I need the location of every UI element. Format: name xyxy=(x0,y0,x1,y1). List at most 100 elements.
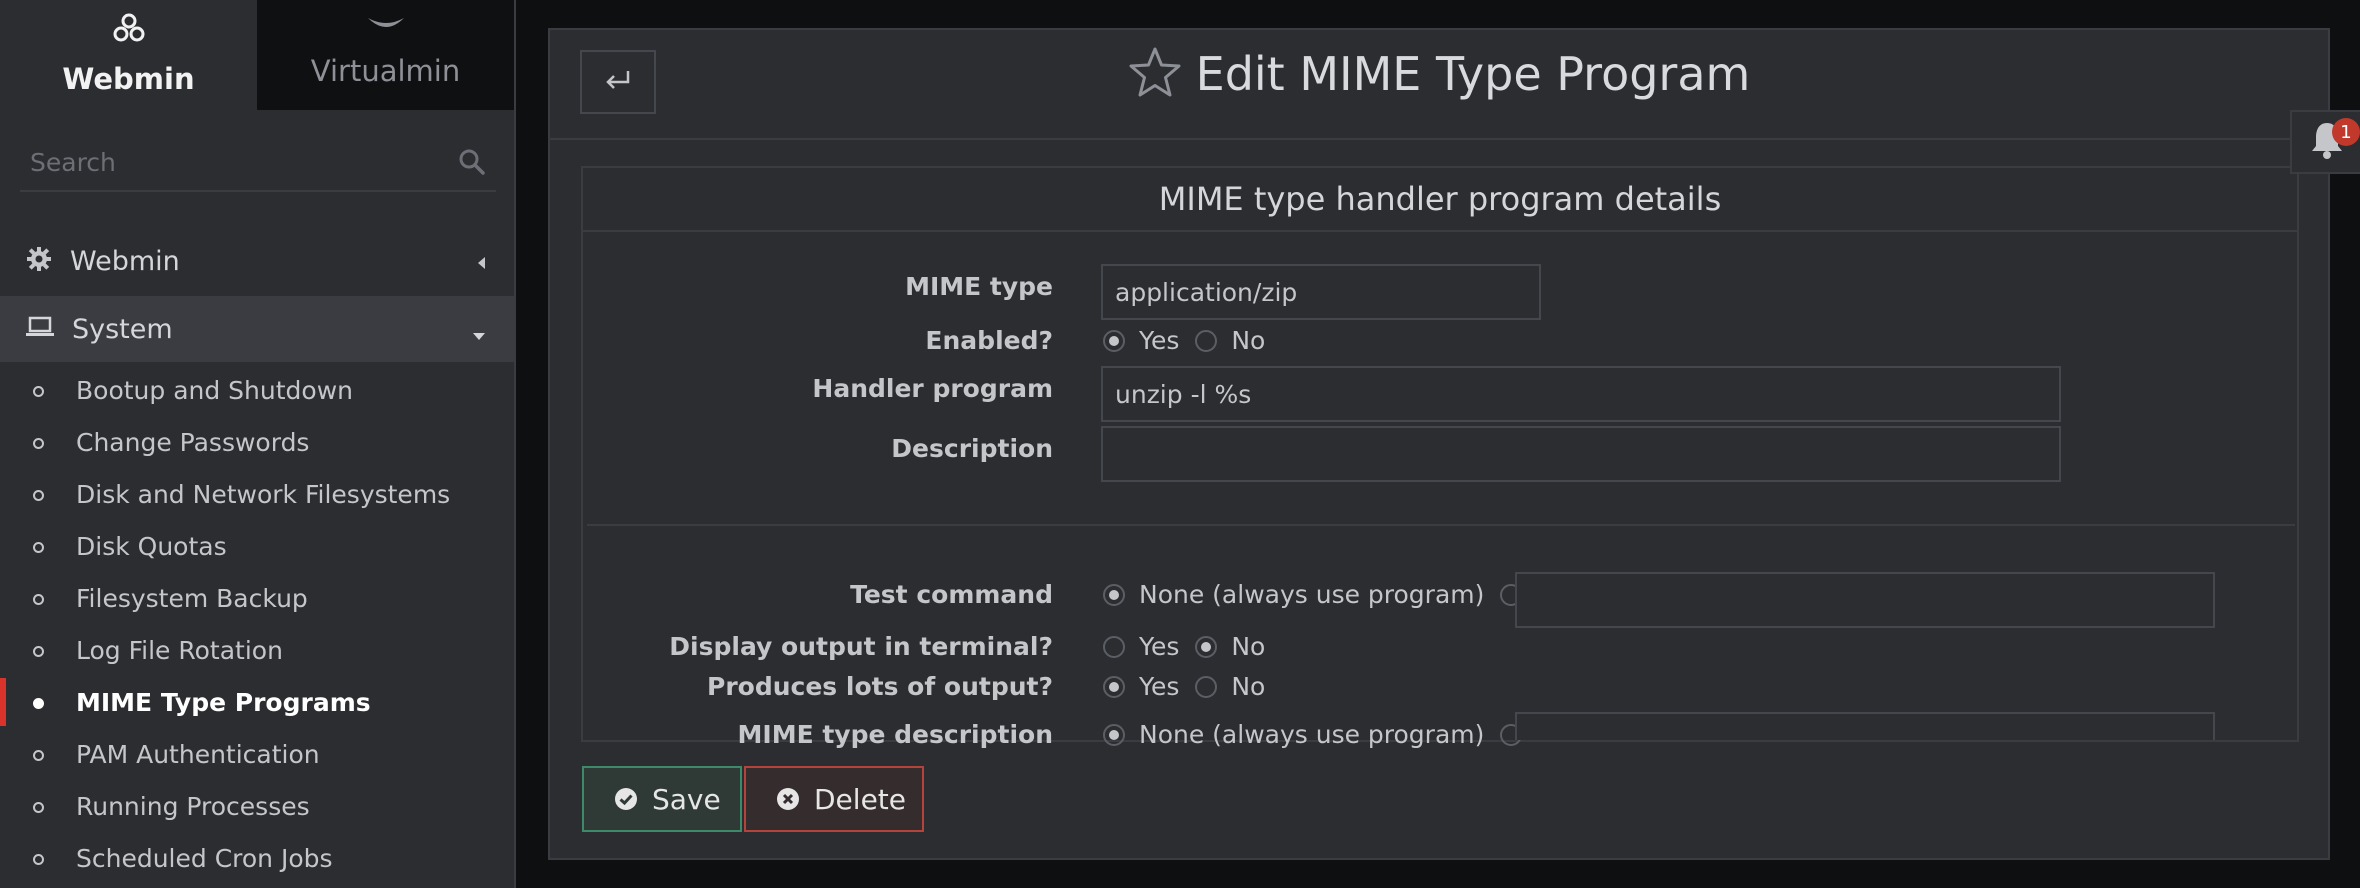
sidebar-menu-item[interactable]: Change Passwords xyxy=(0,416,516,468)
mime-desc-radio-group: None (always use program) xyxy=(1103,720,1536,749)
save-label: Save xyxy=(652,782,721,816)
enabled-radio-group: Yes No xyxy=(1103,326,1281,355)
bullet-icon xyxy=(33,594,44,605)
bullet-icon xyxy=(33,854,44,865)
page-title: Edit MIME Type Program xyxy=(1195,47,1751,101)
bullet-icon xyxy=(33,438,44,449)
tab-webmin-label: Webmin xyxy=(62,62,195,96)
sidebar-menu-item-label: Log File Rotation xyxy=(76,635,283,665)
bullet-icon xyxy=(33,490,44,501)
notifications-button[interactable]: 1 xyxy=(2290,110,2360,174)
top-tabs: Webmin Virtualmin xyxy=(0,0,514,110)
sidebar-menu-item[interactable]: MIME Type Programs xyxy=(0,676,516,728)
sidebar-menu-item-label: Bootup and Shutdown xyxy=(76,375,354,405)
star-icon[interactable] xyxy=(1128,46,1182,102)
display-terminal-no-label: No xyxy=(1231,632,1266,661)
lots-output-yes-label: Yes xyxy=(1139,672,1180,701)
sidebar-menu-item-label: Filesystem Backup xyxy=(76,583,308,613)
main-panel: Edit MIME Type Program MIME type handler… xyxy=(548,28,2330,860)
mime-type-value: application/zip xyxy=(1115,277,1298,307)
test-command-none-label: None (always use program) xyxy=(1139,580,1485,609)
sidebar-menu-item[interactable]: PAM Authentication xyxy=(0,728,516,780)
delete-button[interactable]: Delete xyxy=(744,766,924,832)
sidebar-menu-item[interactable]: Running Processes xyxy=(0,780,516,832)
sidebar-menu-item-label: Scheduled Cron Jobs xyxy=(76,843,333,873)
sidebar: Webmin Virtualmin Search Webmin System B… xyxy=(0,0,516,888)
handler-program-value: unzip -l %s xyxy=(1115,379,1252,409)
form-heading: MIME type handler program details xyxy=(583,168,2297,232)
tab-virtualmin-label: Virtualmin xyxy=(310,54,461,88)
test-command-none-radio[interactable] xyxy=(1103,583,1125,606)
sidebar-menu-item-label: PAM Authentication xyxy=(76,739,320,769)
save-button[interactable]: Save xyxy=(582,766,742,832)
display-terminal-no-radio[interactable] xyxy=(1195,635,1218,658)
mime-type-label: MIME type xyxy=(905,272,1053,301)
search-icon[interactable] xyxy=(458,148,486,180)
mime-desc-label: MIME type description xyxy=(737,720,1053,749)
enabled-no-label: No xyxy=(1231,326,1266,355)
bullet-icon xyxy=(33,386,44,397)
lots-output-no-label: No xyxy=(1231,672,1266,701)
sidebar-menu-item-label: Disk and Network Filesystems xyxy=(76,479,451,509)
webmin-logo-icon xyxy=(111,12,147,50)
sidebar-menu-item-label: MIME Type Programs xyxy=(76,687,371,717)
notification-count-badge: 1 xyxy=(2332,118,2360,146)
sidebar-menu-item[interactable]: Disk and Network Filesystems xyxy=(0,468,516,520)
category-system-label: System xyxy=(72,313,173,345)
search-placeholder: Search xyxy=(30,148,116,177)
display-terminal-label: Display output in terminal? xyxy=(669,632,1053,661)
test-command-field[interactable] xyxy=(1515,572,2215,628)
test-command-radio-group: None (always use program) xyxy=(1103,580,1536,609)
laptop-icon xyxy=(26,316,54,342)
mime-type-field[interactable]: application/zip xyxy=(1101,264,1541,320)
sidebar-menu-item[interactable]: Log File Rotation xyxy=(0,624,516,676)
bullet-icon xyxy=(33,802,44,813)
virtualmin-logo-icon xyxy=(366,12,406,42)
description-label: Description xyxy=(891,434,1053,463)
sidebar-menu-item[interactable]: Scheduled Cron Jobs xyxy=(0,832,516,884)
active-indicator xyxy=(0,678,6,726)
display-terminal-yes-radio[interactable] xyxy=(1103,635,1125,658)
delete-label: Delete xyxy=(814,782,906,816)
category-webmin-label: Webmin xyxy=(70,245,180,277)
form-box: MIME type handler program details MIME t… xyxy=(581,166,2299,749)
bullet-icon xyxy=(33,542,44,553)
category-system[interactable]: System xyxy=(0,296,516,362)
bullet-icon xyxy=(33,646,44,657)
gear-icon xyxy=(26,246,52,276)
lots-output-label: Produces lots of output? xyxy=(707,672,1053,701)
sidebar-menu-item-label: Disk Quotas xyxy=(76,531,227,561)
panel-header: Edit MIME Type Program xyxy=(550,30,2328,140)
lots-output-no-radio[interactable] xyxy=(1195,675,1218,698)
enabled-label: Enabled? xyxy=(925,326,1053,355)
sidebar-menu-item-label: Running Processes xyxy=(76,791,310,821)
search-input[interactable]: Search xyxy=(20,144,496,192)
caret-down-icon xyxy=(472,326,486,345)
title-wrap: Edit MIME Type Program xyxy=(550,46,2328,102)
form-divider xyxy=(587,524,2295,526)
tab-webmin[interactable]: Webmin xyxy=(0,0,257,110)
bullet-icon xyxy=(33,698,44,709)
sidebar-menu-item[interactable]: Disk Quotas xyxy=(0,520,516,572)
mime-desc-none-label: None (always use program) xyxy=(1139,720,1485,749)
tab-virtualmin[interactable]: Virtualmin xyxy=(257,0,514,110)
enabled-yes-radio[interactable] xyxy=(1103,329,1125,352)
system-menu: Bootup and Shutdown Change Passwords Disk … xyxy=(0,364,516,884)
mime-desc-none-radio[interactable] xyxy=(1103,723,1125,746)
description-field[interactable] xyxy=(1101,426,2061,482)
handler-program-field[interactable]: unzip -l %s xyxy=(1101,366,2061,422)
test-command-label: Test command xyxy=(850,580,1053,609)
enabled-no-radio[interactable] xyxy=(1195,329,1218,352)
sidebar-menu-item-label: Change Passwords xyxy=(76,427,310,457)
lots-output-yes-radio[interactable] xyxy=(1103,675,1125,698)
category-webmin[interactable]: Webmin xyxy=(0,228,516,294)
mime-desc-field[interactable] xyxy=(1515,712,2215,740)
display-terminal-radio-group: Yes No xyxy=(1103,632,1281,661)
lots-output-radio-group: Yes No xyxy=(1103,672,1281,701)
sidebar-menu-item[interactable]: Bootup and Shutdown xyxy=(0,364,516,416)
times-circle-icon xyxy=(776,787,800,811)
sidebar-menu-item[interactable]: Filesystem Backup xyxy=(0,572,516,624)
bullet-icon xyxy=(33,750,44,761)
check-circle-icon xyxy=(614,787,638,811)
display-terminal-yes-label: Yes xyxy=(1139,632,1180,661)
